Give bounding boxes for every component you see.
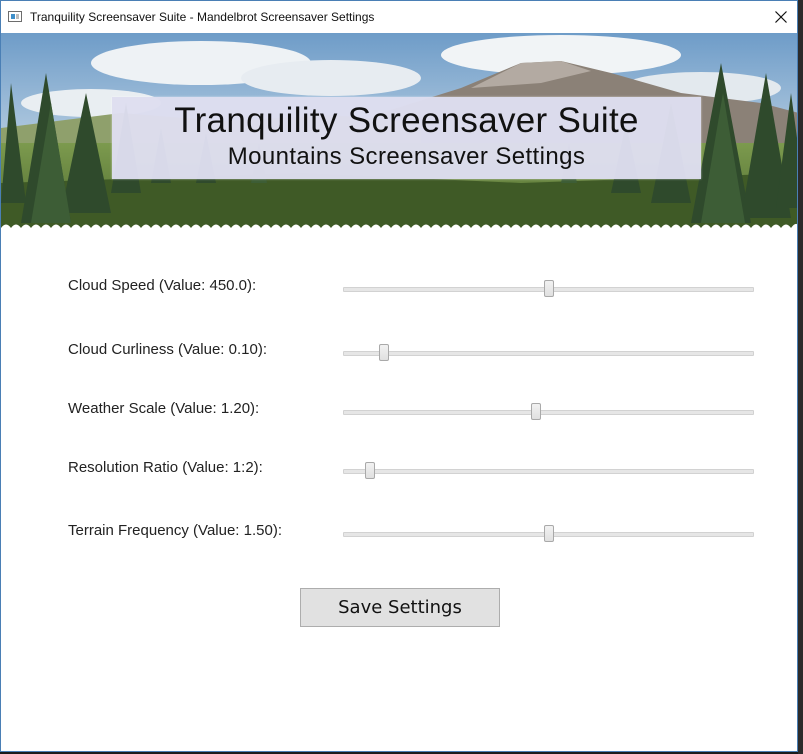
slider-thumb[interactable] (379, 344, 390, 361)
banner: Tranquility Screensaver Suite Mountains … (1, 33, 797, 233)
desktop-edge (798, 0, 803, 754)
close-button[interactable] (765, 1, 797, 33)
slider-thumb[interactable] (531, 403, 542, 420)
resolution-ratio-label: Resolution Ratio (Value: 1:2): (68, 459, 263, 476)
terrain-frequency-label: Terrain Frequency (Value: 1.50): (68, 522, 282, 539)
cloud-speed-slider[interactable] (343, 279, 754, 299)
banner-subtitle: Mountains Screensaver Settings (227, 143, 586, 170)
resolution-ratio-slider[interactable] (343, 461, 754, 481)
cloud-curliness-slider[interactable] (343, 343, 754, 363)
slider-track[interactable] (343, 351, 754, 356)
terrain-frequency-slider[interactable] (343, 524, 754, 544)
close-icon (775, 11, 787, 23)
save-settings-button[interactable]: Save Settings (300, 588, 500, 627)
slider-track[interactable] (343, 469, 754, 474)
settings-window: Tranquility Screensaver Suite - Mandelbr… (0, 0, 798, 752)
weather-scale-slider[interactable] (343, 402, 754, 422)
banner-title: Tranquility Screensaver Suite (174, 101, 639, 140)
cloud-speed-label: Cloud Speed (Value: 450.0): (68, 277, 257, 294)
banner-title-box: Tranquility Screensaver Suite Mountains … (112, 97, 701, 179)
slider-thumb[interactable] (543, 525, 554, 542)
window-app-icon (8, 11, 22, 22)
title-bar[interactable]: Tranquility Screensaver Suite - Mandelbr… (1, 1, 797, 33)
cloud-curliness-label: Cloud Curliness (Value: 0.10): (68, 341, 267, 358)
slider-thumb[interactable] (543, 280, 554, 297)
slider-track[interactable] (343, 410, 754, 415)
weather-scale-label: Weather Scale (Value: 1.20): (68, 400, 260, 417)
slider-thumb[interactable] (364, 462, 375, 479)
window-title: Tranquility Screensaver Suite - Mandelbr… (30, 10, 375, 24)
